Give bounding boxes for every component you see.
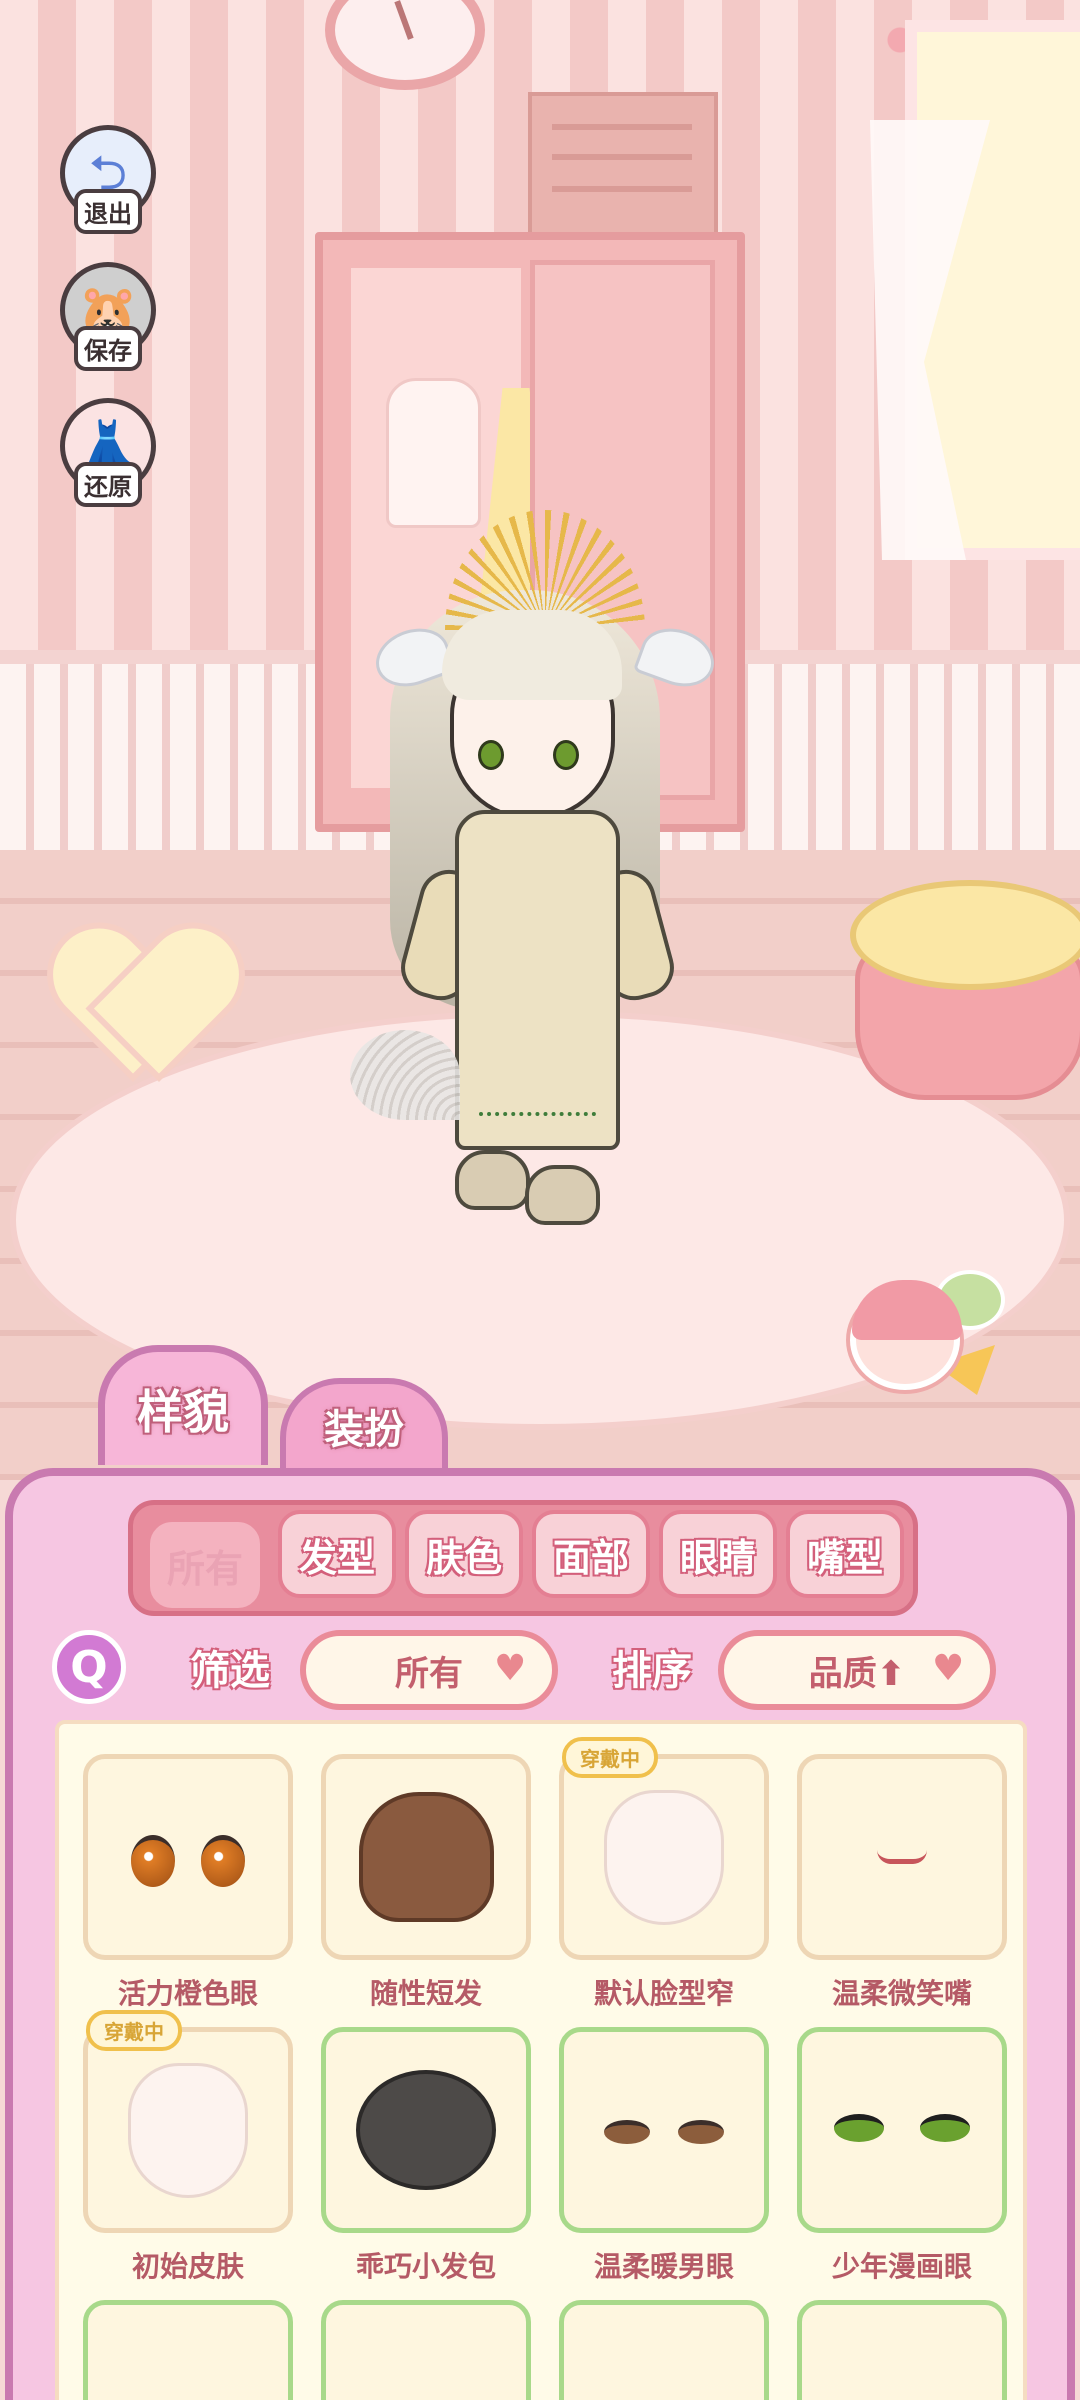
item-name: 默认脸型窄 — [593, 1977, 734, 2010]
subtab-mouth[interactable]: 嘴型 — [786, 1510, 904, 1598]
restore-label: 还原 — [74, 462, 142, 507]
subtab-face[interactable]: 面部 — [532, 1510, 650, 1598]
item-card[interactable]: 温柔暖男眼 — [559, 2027, 769, 2285]
exit-button[interactable]: ⮌ 退出 — [58, 125, 158, 235]
item-card[interactable]: 穿戴中 默认脸型窄 — [559, 1737, 769, 2012]
character-fringe — [442, 610, 622, 700]
pouf-stool — [830, 880, 1080, 1110]
filter-value: 所有 — [395, 1653, 463, 1694]
item-name: 少年漫画眼 — [831, 2250, 972, 2283]
character-boot-right — [525, 1165, 600, 1225]
exit-label: 退出 — [74, 189, 142, 234]
tab-dress-up[interactable]: 装扮 — [280, 1378, 448, 1468]
narrow-face-icon — [604, 1789, 724, 1925]
item-card[interactable]: 活力橙色眼 — [83, 1754, 293, 2012]
sort-dropdown[interactable]: 品质⬆ ♥ — [718, 1630, 996, 1710]
item-name: 活力橙色眼 — [117, 1977, 258, 2010]
tab-appearance[interactable]: 样貌 — [98, 1345, 268, 1465]
item-card[interactable] — [797, 2300, 1007, 2400]
wearing-badge: 穿戴中 — [86, 2010, 182, 2051]
heart-dropdown-icon: ♥ — [494, 1648, 527, 1689]
item-card[interactable]: 乖巧小发包 — [321, 2027, 531, 2285]
character-eye-right — [553, 740, 579, 770]
item-name: 温柔暖男眼 — [593, 2250, 734, 2283]
item-card[interactable]: 少年漫画眼 — [797, 2027, 1007, 2285]
subtab-all[interactable]: 所有 — [150, 1522, 260, 1608]
avatar-character[interactable] — [350, 510, 730, 1300]
bun-hair-icon — [356, 2070, 496, 2190]
subtab-eyes[interactable]: 眼睛 — [659, 1510, 777, 1598]
smile-mouth-icon — [877, 1850, 927, 1864]
heart-cushion — [55, 930, 225, 1080]
search-button[interactable]: Q — [52, 1630, 126, 1704]
subtab-hairstyle[interactable]: 发型 — [278, 1510, 396, 1598]
filter-label: 筛选 — [190, 1648, 270, 1694]
item-name: 随性短发 — [369, 1977, 482, 2010]
lace-fan — [350, 1030, 460, 1120]
hanging-dress-white — [386, 378, 481, 528]
heart-dropdown-icon: ♥ — [932, 1648, 965, 1689]
item-card[interactable]: 穿戴中 初始皮肤 — [83, 2010, 293, 2285]
item-card[interactable] — [559, 2300, 769, 2400]
manga-eyes-icon — [822, 2100, 982, 2160]
item-name: 乖巧小发包 — [355, 2250, 496, 2283]
orange-eyes-icon — [113, 1817, 263, 1897]
subtab-skin[interactable]: 肤色 — [405, 1510, 523, 1598]
item-card[interactable] — [83, 2300, 293, 2400]
item-card[interactable] — [321, 2300, 531, 2400]
character-boot-left — [455, 1150, 530, 1210]
character-robe — [455, 810, 620, 1150]
item-name: 温柔微笑嘴 — [831, 1977, 972, 2010]
search-icon: Q — [70, 1641, 108, 1693]
sort-label: 排序 — [612, 1648, 692, 1694]
save-button[interactable]: 🐹 保存 — [58, 262, 158, 372]
wearing-badge: 穿戴中 — [562, 1737, 658, 1778]
base-skin-icon — [128, 2062, 248, 2198]
item-card[interactable]: 温柔微笑嘴 — [797, 1754, 1007, 2012]
item-card[interactable]: 随性短发 — [321, 1754, 531, 2012]
filter-dropdown[interactable]: 所有 ♥ — [300, 1630, 558, 1710]
save-label: 保存 — [74, 326, 142, 371]
sort-value: 品质⬆ — [808, 1653, 906, 1694]
item-grid: 活力橙色眼 随性短发 穿戴中 默认脸型窄 温柔微笑嘴 穿戴中 初始皮肤 乖巧小发… — [55, 1720, 1027, 2400]
wall-shelf — [528, 92, 718, 237]
mascot-sticker-button[interactable] — [840, 1250, 1010, 1400]
restore-button[interactable]: 👗 还原 — [58, 398, 158, 508]
gentle-eyes-icon — [589, 2100, 739, 2160]
room-scene — [0, 0, 1080, 1480]
item-name: 初始皮肤 — [131, 2250, 244, 2283]
brown-short-hair-icon — [358, 1792, 494, 1922]
character-eye-left — [478, 740, 504, 770]
